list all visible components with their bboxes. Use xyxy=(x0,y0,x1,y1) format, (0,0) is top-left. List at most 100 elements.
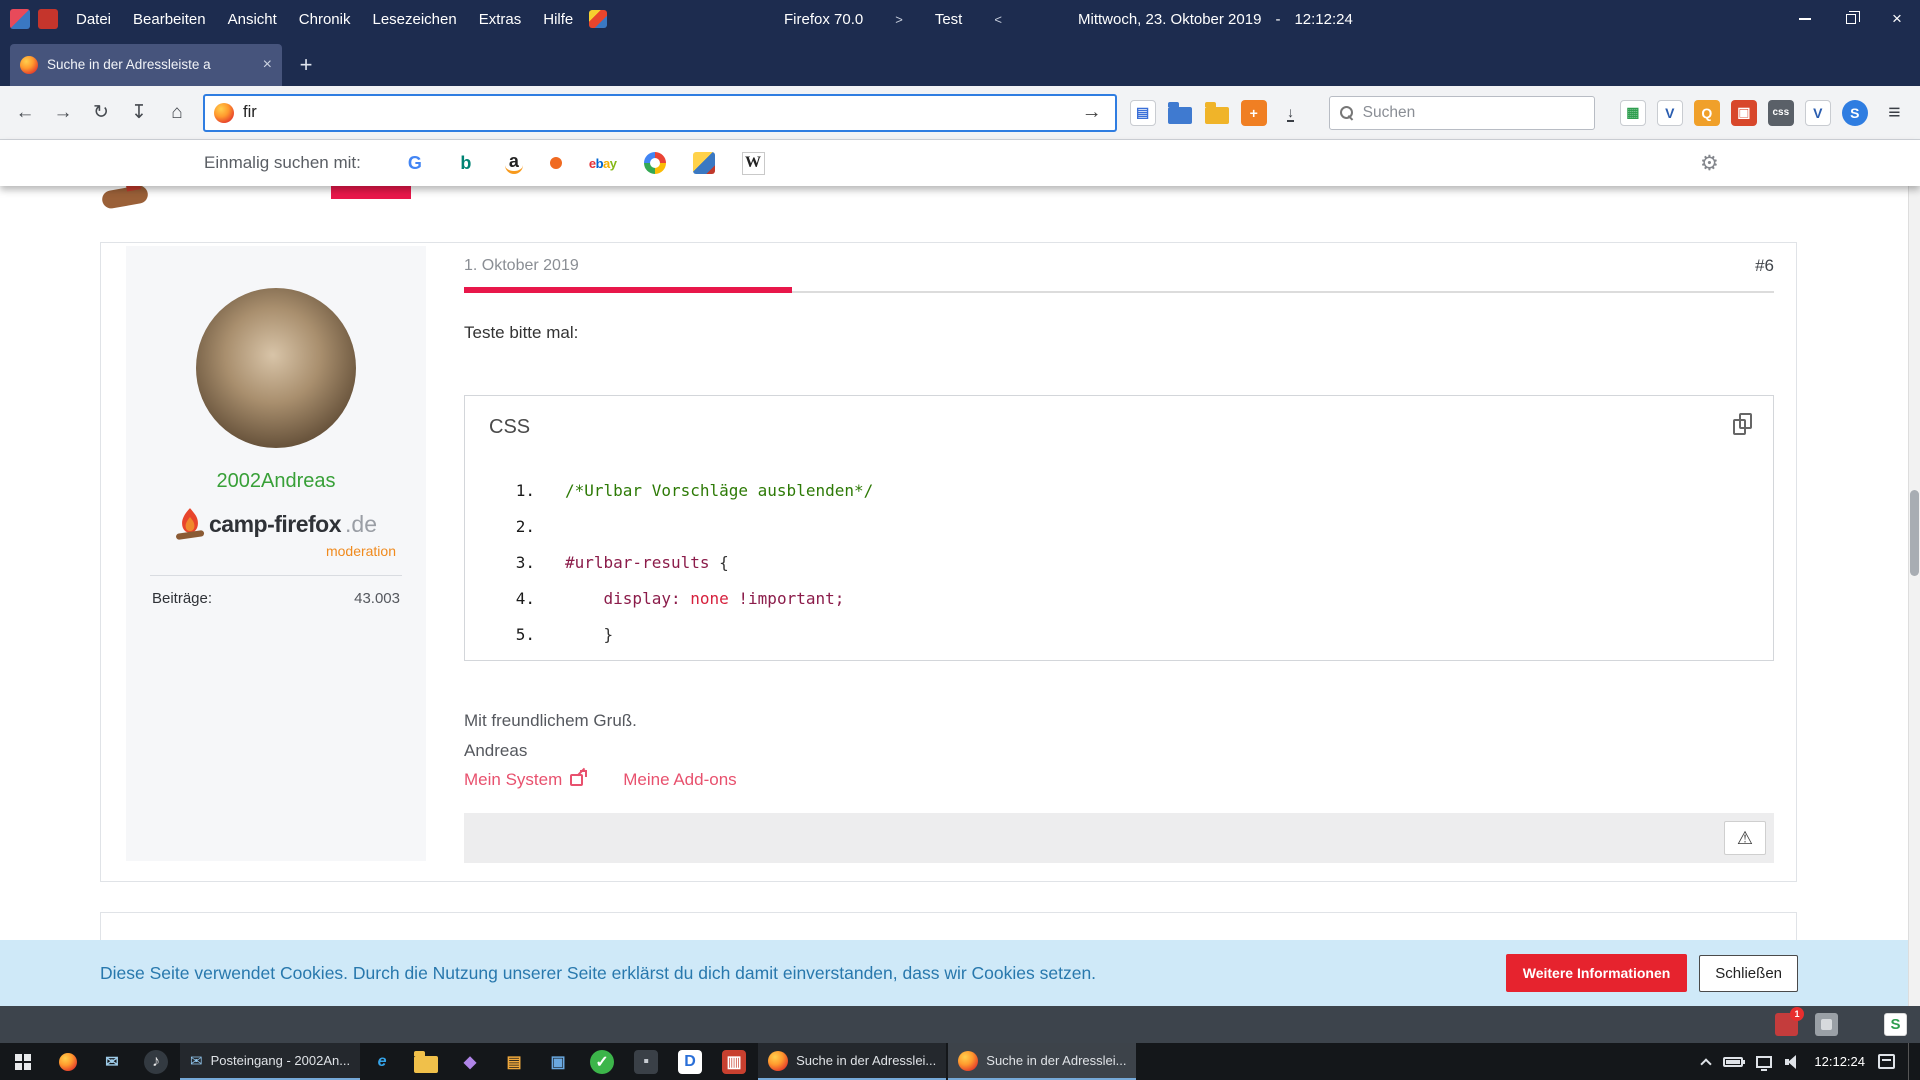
copy-code-button[interactable] xyxy=(1729,410,1759,440)
toolbar-red-tool-icon[interactable]: ▣ xyxy=(1727,96,1761,130)
post-number[interactable]: #6 xyxy=(1755,256,1774,276)
taskbar-dictionary-icon[interactable]: D xyxy=(668,1043,712,1080)
taskbar-antivirus-icon[interactable]: ✓ xyxy=(580,1043,624,1080)
taskbar-window-firefox-1[interactable]: Suche in der Adresslei... xyxy=(758,1043,946,1080)
scrollbar-thumb[interactable] xyxy=(1910,490,1919,576)
taskbar-edge-icon[interactable]: e xyxy=(360,1043,404,1080)
post-date[interactable]: 1. Oktober 2019 xyxy=(464,257,579,275)
search-engine-amazon[interactable]: a xyxy=(505,152,523,174)
nav-buttons: ← → ↻ ↧⌂ xyxy=(8,96,194,130)
search-suggestions-panel: Einmalig suchen mit: GbaebayW ⚙ xyxy=(0,140,1920,186)
forward-glyph: → xyxy=(50,100,76,126)
search-engine-google[interactable]: G xyxy=(403,151,427,175)
user-avatar[interactable] xyxy=(196,288,356,448)
media-glyph: ♪ xyxy=(144,1050,168,1074)
restore-button[interactable] xyxy=(1828,0,1874,38)
search-engine-ebay[interactable]: ebay xyxy=(589,151,617,175)
menu-lesezeichen[interactable]: Lesezeichen xyxy=(372,11,456,28)
search-engine-leo[interactable] xyxy=(693,152,715,174)
toolbar-sidebar-tables-icon[interactable]: ▤ xyxy=(1126,96,1160,130)
menu-datei[interactable]: Datei xyxy=(76,11,111,28)
scrollbar-track[interactable] xyxy=(1908,140,1920,1006)
taskbar-explorer-icon[interactable] xyxy=(404,1043,448,1080)
taskbar-firefox-icon[interactable] xyxy=(46,1043,90,1080)
username-link[interactable]: 2002Andreas xyxy=(126,470,426,493)
taskbar-clock[interactable]: 12:12:24 xyxy=(1814,1054,1865,1069)
taskbar-window-firefox-2[interactable]: Suche in der Adresslei... xyxy=(948,1043,1136,1080)
search-box[interactable] xyxy=(1329,96,1595,130)
menu-extras[interactable]: Extras xyxy=(479,11,522,28)
toolbar-table-green-icon[interactable]: ▦ xyxy=(1616,96,1650,130)
titlebar-paint-icon[interactable] xyxy=(589,10,607,28)
nav-save-page-icon[interactable]: ↧ xyxy=(122,96,156,130)
taskbar-mail-icon[interactable]: ✉ xyxy=(90,1043,134,1080)
engine-letter: e xyxy=(589,156,596,171)
post-footer-bar: ⚠ xyxy=(464,813,1774,863)
network-icon[interactable] xyxy=(1756,1056,1772,1068)
cookie-info-button[interactable]: Weitere Informationen xyxy=(1506,954,1688,992)
menu-bearbeiten[interactable]: Bearbeiten xyxy=(133,11,206,28)
search-engine-color-wheel[interactable] xyxy=(644,152,666,174)
tray-expand-icon[interactable] xyxy=(1701,1058,1712,1069)
taskbar-app-red-icon[interactable]: ▥ xyxy=(712,1043,756,1080)
nav-home-icon[interactable]: ⌂ xyxy=(160,96,194,130)
volume-icon[interactable] xyxy=(1785,1055,1801,1069)
cookie-close-button[interactable]: Schließen xyxy=(1699,955,1798,992)
taskbar-media-icon[interactable]: ♪ xyxy=(134,1043,178,1080)
action-center-icon[interactable] xyxy=(1878,1054,1895,1069)
taskbar-spacer xyxy=(1136,1043,1702,1080)
toolbar-v-blue-icon[interactable]: V xyxy=(1653,96,1687,130)
nav-reload-icon[interactable]: ↻ xyxy=(84,96,118,130)
titlebar-icon-1[interactable] xyxy=(10,9,30,29)
url-bar[interactable]: → xyxy=(203,94,1117,132)
battery-icon[interactable] xyxy=(1723,1057,1743,1067)
new-tab-button[interactable]: + xyxy=(288,47,324,83)
menu-chronik[interactable]: Chronik xyxy=(299,11,351,28)
nav-forward-icon[interactable]: → xyxy=(46,96,80,130)
line-number: 4. xyxy=(489,589,535,608)
tab-title: Suche in der Adressleiste a xyxy=(47,57,211,72)
start-button[interactable] xyxy=(0,1043,46,1080)
toolbar-downloads-icon[interactable]: ↓ xyxy=(1274,96,1308,130)
toolbar-folder-blue-icon[interactable] xyxy=(1163,96,1197,130)
report-button[interactable]: ⚠ xyxy=(1724,821,1766,855)
link-mein-system[interactable]: Mein System xyxy=(464,770,583,790)
menu-hilfe[interactable]: Hilfe xyxy=(543,11,573,28)
brand-name: camp-firefox xyxy=(209,511,341,538)
url-input[interactable] xyxy=(243,103,1069,122)
extension-bottom-icon[interactable] xyxy=(1815,1013,1838,1036)
taskbar-app-dark-icon[interactable]: ▪ xyxy=(624,1043,668,1080)
menu-hamburger-icon[interactable]: ≡ xyxy=(1877,95,1912,131)
close-button[interactable]: × xyxy=(1874,0,1920,38)
titlebar-badges xyxy=(10,9,58,29)
toolbar-css-tool-icon[interactable]: css xyxy=(1764,96,1798,130)
gear-icon[interactable]: ⚙ xyxy=(1700,151,1719,176)
search-engine-orange-ring[interactable] xyxy=(550,157,562,169)
tab-active[interactable]: Suche in der Adressleiste a × xyxy=(10,44,282,86)
nav-back-icon[interactable]: ← xyxy=(8,96,42,130)
search-engine-bing[interactable]: b xyxy=(454,151,478,175)
taskbar-app-orange-icon[interactable]: ▤ xyxy=(492,1043,536,1080)
search-input[interactable] xyxy=(1363,104,1584,122)
menu-ansicht[interactable]: Ansicht xyxy=(228,11,277,28)
show-desktop-button[interactable] xyxy=(1908,1043,1916,1080)
minimize-button[interactable] xyxy=(1782,0,1828,38)
toolbar-round-blue-icon[interactable]: S xyxy=(1838,96,1872,130)
reload-glyph: ↻ xyxy=(88,100,114,126)
notification-icon[interactable]: 1 xyxy=(1775,1013,1798,1036)
toolbar-v-blue-2-icon[interactable]: V xyxy=(1801,96,1835,130)
toolbar-q-orange-icon[interactable]: Q xyxy=(1690,96,1724,130)
system-tray: 12:12:24 xyxy=(1702,1043,1920,1080)
taskbar-app-blue-icon[interactable]: ▣ xyxy=(536,1043,580,1080)
tab-close-icon[interactable]: × xyxy=(263,56,272,74)
go-arrow-icon[interactable]: → xyxy=(1078,101,1106,124)
scroll-widget-icon[interactable]: S xyxy=(1884,1013,1907,1036)
posts-count: 43.003 xyxy=(354,590,400,607)
toolbar-speed-dial-icon[interactable]: + xyxy=(1237,96,1271,130)
toolbar-folder-open-icon[interactable] xyxy=(1200,96,1234,130)
link-meine-addons[interactable]: Meine Add-ons xyxy=(623,770,736,790)
taskbar-window-thunderbird[interactable]: ✉ Posteingang - 2002An... xyxy=(180,1043,360,1080)
taskbar-app-purple-icon[interactable]: ◆ xyxy=(448,1043,492,1080)
search-engine-wikipedia[interactable]: W xyxy=(742,152,765,175)
titlebar-icon-2[interactable] xyxy=(38,9,58,29)
